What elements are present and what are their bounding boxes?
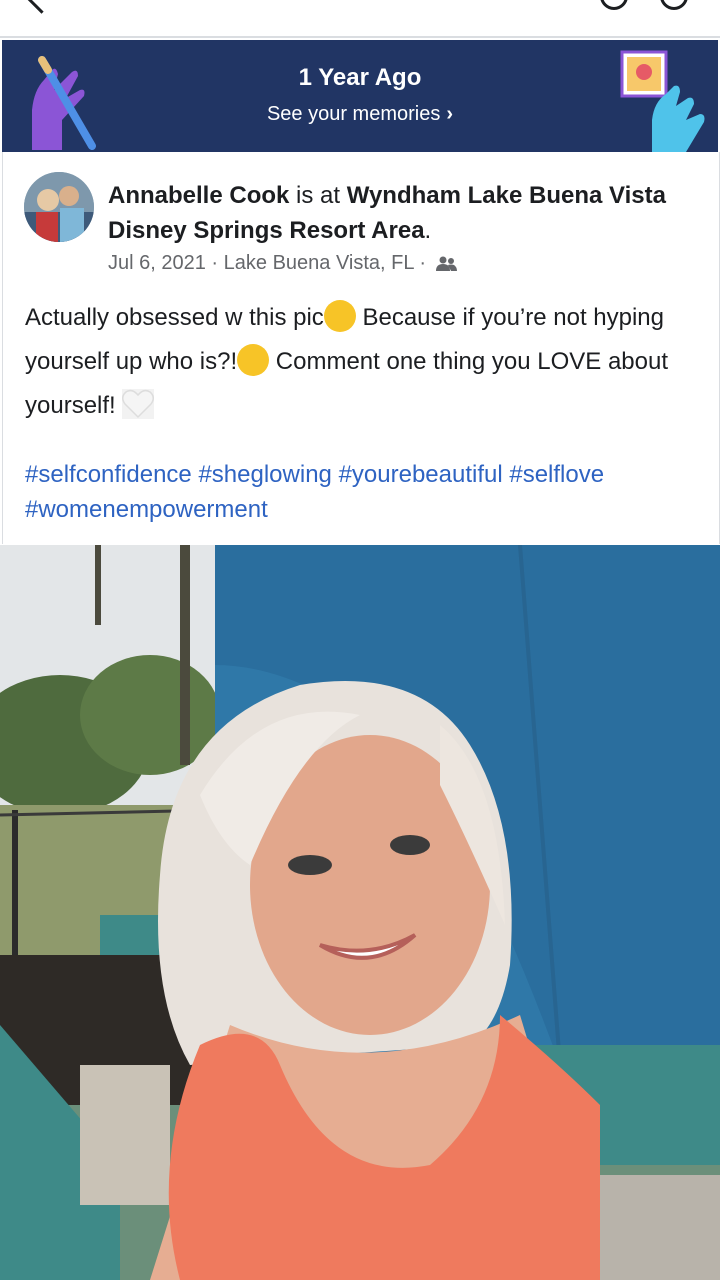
meta-separator: · <box>205 252 224 274</box>
see-memories-link[interactable]: See your memories › <box>2 103 718 126</box>
zany-face-icon <box>237 343 270 376</box>
post-photo[interactable] <box>0 545 720 1280</box>
post-location[interactable]: Lake Buena Vista, FL <box>224 252 414 274</box>
post-header: Annabelle Cook is at Wyndham Lake Buena … <box>108 178 688 248</box>
post-card: Annabelle Cook is at Wyndham Lake Buena … <box>2 152 720 544</box>
profile-photo <box>24 172 94 242</box>
hashtag-link[interactable]: #womenempowerment <box>25 496 268 523</box>
post-text-part-1: Actually obsessed w this pic <box>25 304 324 331</box>
hashtag-link[interactable]: #selflove <box>509 461 604 488</box>
hashtags: #selfconfidence #sheglowing #yourebeauti… <box>25 457 715 527</box>
selfie-photo <box>0 545 720 1280</box>
chevron-right-icon: › <box>446 103 454 125</box>
hashtag-link[interactable]: #sheglowing <box>198 461 331 488</box>
period: . <box>424 217 432 244</box>
white-heart-icon <box>122 388 155 419</box>
hand-with-photo-icon <box>620 50 705 152</box>
search-icon[interactable] <box>600 0 628 10</box>
smiling-face-with-hearts-icon <box>323 299 356 332</box>
friends-icon[interactable] <box>435 256 458 272</box>
post-meta: Jul 6, 2021 · Lake Buena Vista, FL · <box>108 252 458 275</box>
back-arrow-icon[interactable] <box>25 0 58 14</box>
see-memories-label: See your memories <box>266 103 441 125</box>
author-name[interactable]: Annabelle Cook <box>108 182 289 209</box>
meta-separator: · <box>413 252 432 274</box>
top-navigation-bar <box>0 0 720 36</box>
banner-title: 1 Year Ago <box>298 64 422 91</box>
divider <box>0 36 720 38</box>
hashtag-link[interactable]: #yourebeautiful <box>339 461 503 488</box>
post-text: Actually obsessed w this pic Because if … <box>25 296 705 428</box>
is-at-text: is at <box>289 182 347 209</box>
post-date[interactable]: Jul 6, 2021 <box>108 252 206 274</box>
memories-banner[interactable]: 1 Year Ago See your memories › <box>2 40 718 152</box>
avatar[interactable] <box>24 172 94 242</box>
search-icon[interactable] <box>660 0 688 10</box>
hashtag-link[interactable]: #selfconfidence <box>25 461 192 488</box>
